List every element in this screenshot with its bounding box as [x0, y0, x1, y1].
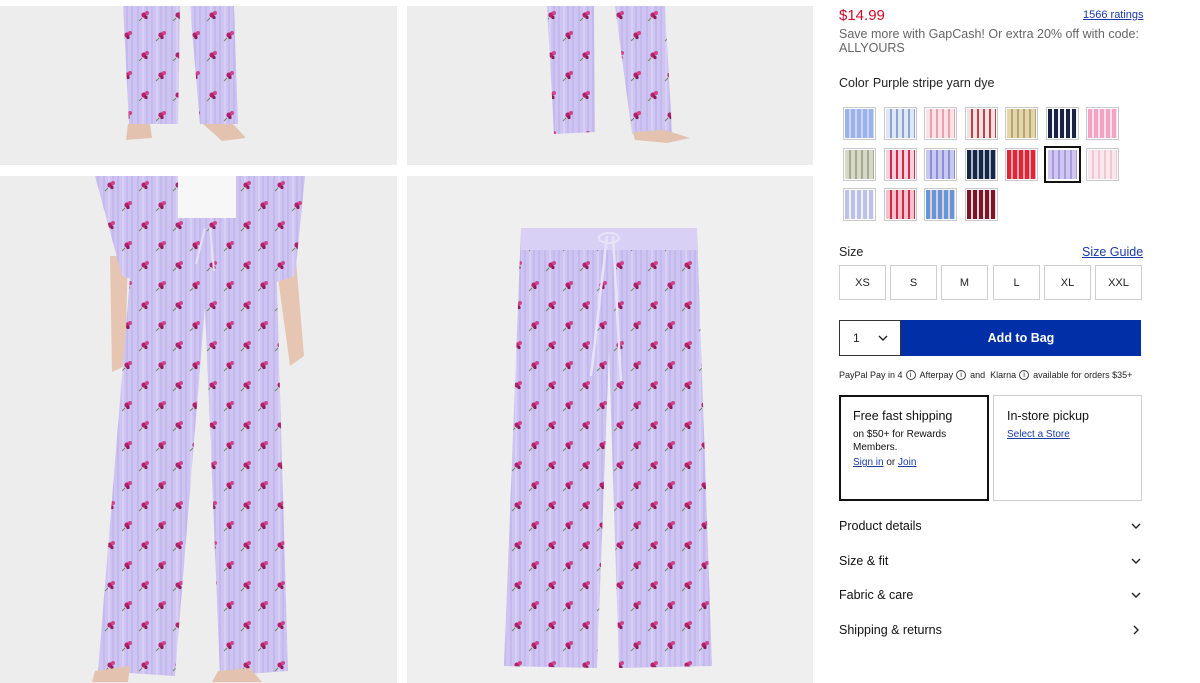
swatch-fill: [885, 190, 915, 219]
color-swatch-lilac-stripe[interactable]: [843, 188, 876, 221]
accordion-shipping-returns[interactable]: Shipping & returns: [839, 619, 1141, 641]
size-m-button[interactable]: M: [941, 265, 988, 300]
quantity-value: 1: [853, 331, 860, 345]
accordion-fabric-care[interactable]: Fabric & care: [839, 584, 1141, 606]
swatch-fill: [966, 109, 996, 138]
select-store-link[interactable]: Select a Store: [1007, 429, 1128, 440]
size-s-button[interactable]: S: [890, 265, 937, 300]
color-swatch-purple-stripe-yarn-dye[interactable]: [1043, 145, 1081, 183]
color-swatch-green-plaid[interactable]: [843, 147, 876, 181]
size-xxl-button[interactable]: XXL: [1095, 265, 1142, 300]
klarna-text: Klarna: [990, 370, 1017, 380]
shipping-title: Free fast shipping: [853, 409, 953, 423]
color-swatch-purple-plaid[interactable]: [924, 147, 957, 181]
color-swatch-blue-rainbow[interactable]: [924, 188, 957, 221]
info-icon[interactable]: i: [905, 370, 916, 380]
ratings-link[interactable]: 1566 ratings: [1083, 9, 1144, 21]
swatch-fill: [845, 149, 874, 179]
color-swatch-grey-heart[interactable]: [964, 107, 998, 140]
swatch-fill: [1007, 149, 1036, 179]
paypal-text: PayPal Pay in 4: [839, 370, 903, 380]
color-swatch-maroon-bows[interactable]: [964, 188, 998, 221]
chevron-down-icon: [1131, 523, 1141, 529]
color-label: Color: [839, 76, 869, 90]
chevron-right-icon: [1133, 625, 1139, 635]
swatch-fill: [966, 190, 996, 219]
color-swatch-pink-hearts[interactable]: [924, 107, 957, 140]
paylater-tail-text: available for orders $35+: [1033, 370, 1133, 380]
color-swatch-blue-stripe[interactable]: [843, 107, 876, 140]
pay-later-row: PayPal Pay in 4 i Afterpay i and Klarna …: [839, 370, 1132, 380]
size-xs-button[interactable]: XS: [839, 265, 886, 300]
product-photo-model[interactable]: [0, 176, 397, 683]
color-swatch-pink-stripe[interactable]: [1086, 107, 1119, 140]
accordion-label: Shipping & returns: [839, 623, 942, 637]
product-photo-top-right[interactable]: [407, 6, 813, 165]
swatch-fill: [885, 149, 915, 179]
quantity-select[interactable]: 1: [839, 320, 901, 356]
product-photo-flat[interactable]: [407, 176, 813, 683]
product-photo-top-left[interactable]: [0, 6, 397, 165]
size-label: Size: [839, 245, 864, 259]
product-price: $14.99: [839, 7, 885, 24]
color-swatch-pink-roses[interactable]: [883, 188, 917, 221]
size-guide-link[interactable]: Size Guide: [1082, 245, 1143, 259]
chevron-down-icon: [878, 335, 888, 341]
shipping-links: Sign in or Join: [853, 457, 975, 468]
swatch-fill: [845, 109, 874, 138]
pickup-option-card[interactable]: In-store pickup Select a Store: [993, 395, 1142, 501]
color-swatch-navy-floral[interactable]: [964, 147, 998, 181]
swatch-fill: [1047, 109, 1077, 138]
add-to-bag-button[interactable]: Add to Bag: [901, 320, 1141, 356]
accordion-label: Fabric & care: [839, 588, 914, 602]
color-swatch-red-plaid[interactable]: [1005, 147, 1038, 181]
swatch-fill: [926, 190, 955, 219]
size-l-button[interactable]: L: [993, 265, 1040, 300]
pickup-title: In-store pickup: [1007, 409, 1089, 423]
size-xl-button[interactable]: XL: [1044, 265, 1091, 300]
swatch-fill: [926, 109, 955, 138]
color-swatch-blue-floral[interactable]: [883, 107, 917, 140]
info-icon[interactable]: i: [956, 370, 967, 380]
afterpay-text: Afterpay: [919, 370, 954, 380]
swatch-fill: [845, 190, 874, 219]
or-text: or: [886, 457, 896, 468]
color-swatch-pink-cherry[interactable]: [883, 147, 917, 181]
swatch-fill: [926, 149, 955, 179]
color-swatch-pale-pink[interactable]: [1086, 147, 1119, 181]
accordion-label: Size & fit: [839, 554, 889, 568]
color-swatch-navy-dots[interactable]: [1045, 107, 1079, 140]
swatch-fill: [1047, 149, 1077, 179]
swatch-fill: [1007, 109, 1036, 138]
color-row: Color Purple stripe yarn dye: [839, 76, 998, 90]
join-link[interactable]: Join: [898, 457, 916, 468]
accordion-product-details[interactable]: Product details: [839, 515, 1141, 537]
swatch-fill: [966, 149, 996, 179]
shipping-text: on $50+ for Rewards Members.: [853, 429, 947, 453]
shipping-option-card[interactable]: Free fast shipping on $50+ for Rewards M…: [839, 395, 989, 501]
and-text: and: [970, 370, 986, 380]
chevron-down-icon: [1131, 592, 1141, 598]
swatch-fill: [1088, 149, 1117, 179]
swatch-fill: [885, 109, 915, 138]
color-value: Purple stripe yarn dye: [872, 76, 995, 90]
color-swatch-tan-stripe[interactable]: [1005, 107, 1038, 140]
promo-text: Save more with GapCash! Or extra 20% off…: [839, 27, 1139, 55]
swatch-fill: [1088, 109, 1117, 138]
accordion-size-fit[interactable]: Size & fit: [839, 550, 1141, 572]
info-icon[interactable]: i: [1019, 370, 1030, 380]
sign-in-link[interactable]: Sign in: [853, 457, 884, 468]
accordion-label: Product details: [839, 519, 922, 533]
chevron-down-icon: [1131, 558, 1141, 564]
